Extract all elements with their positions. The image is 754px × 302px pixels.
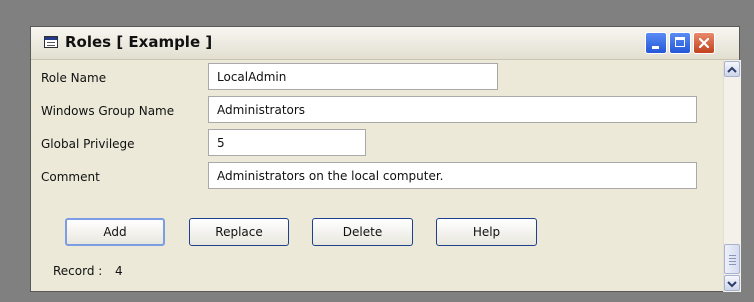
record-number: 4 xyxy=(115,264,123,278)
chevron-down-icon xyxy=(727,281,737,288)
role-name-field[interactable]: LocalAdmin xyxy=(208,63,498,90)
global-privilege-label: Global Privilege xyxy=(41,137,135,151)
form-area: Role Name LocalAdmin Windows Group Name … xyxy=(31,60,721,292)
maximize-icon xyxy=(675,37,685,47)
window-title: Roles [ Example ] xyxy=(65,33,213,51)
form-window-icon xyxy=(44,36,58,48)
scroll-up-button[interactable] xyxy=(724,61,740,77)
roles-window: Roles [ Example ] Role Name LocalAdmin W… xyxy=(30,26,741,292)
windows-group-name-label: Windows Group Name xyxy=(41,104,175,118)
delete-button[interactable]: Delete xyxy=(312,218,413,246)
close-button[interactable] xyxy=(693,32,715,54)
close-icon xyxy=(698,37,710,49)
title-bar[interactable]: Roles [ Example ] xyxy=(31,27,739,60)
global-privilege-field[interactable]: 5 xyxy=(208,129,366,156)
scroll-down-button[interactable] xyxy=(724,275,740,291)
comment-field[interactable]: Administrators on the local computer. xyxy=(208,162,697,189)
help-button[interactable]: Help xyxy=(436,218,537,246)
replace-button[interactable]: Replace xyxy=(189,218,289,246)
comment-label: Comment xyxy=(41,170,100,184)
record-label: Record : xyxy=(53,264,103,278)
windows-group-name-field[interactable]: Administrators xyxy=(208,96,697,123)
add-button[interactable]: Add xyxy=(65,218,165,246)
minimize-button[interactable] xyxy=(645,32,667,54)
chevron-up-icon xyxy=(727,66,737,73)
maximize-button[interactable] xyxy=(669,32,691,54)
role-name-label: Role Name xyxy=(41,71,107,85)
minimize-icon xyxy=(652,46,659,49)
scroll-thumb[interactable] xyxy=(724,244,740,274)
vertical-scrollbar[interactable] xyxy=(723,60,741,292)
